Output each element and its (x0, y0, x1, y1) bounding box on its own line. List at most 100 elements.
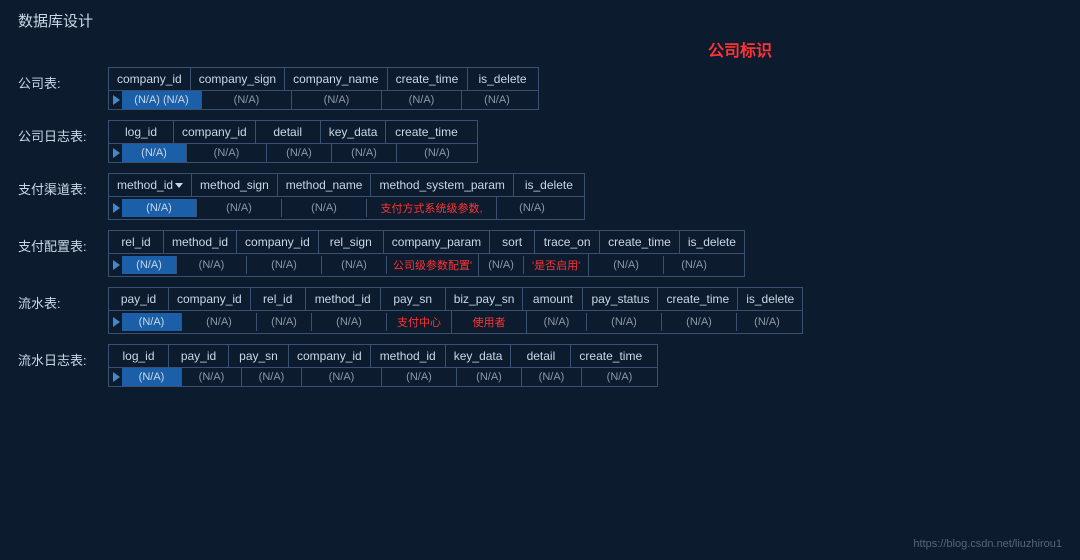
cell-4-3: (N/A) (312, 313, 387, 331)
row-arrow-icon (113, 317, 120, 327)
col-header-3-5: sort (490, 231, 535, 253)
cell-3-1: (N/A) (177, 256, 247, 274)
col-header-0-1: company_sign (191, 68, 285, 90)
cell-1-1: (N/A) (187, 144, 267, 162)
cell-4-9: (N/A) (737, 313, 797, 331)
table-label-4: 流水表: (18, 287, 108, 312)
col-header-0-3: create_time (388, 68, 468, 90)
row-arrow-icon (113, 148, 120, 158)
row-arrow-icon (113, 260, 120, 270)
table-0: company_idcompany_signcompany_namecreate… (108, 67, 539, 110)
table-label-1: 公司日志表: (18, 120, 108, 145)
col-header-1-3: key_data (321, 121, 387, 143)
col-header-1-1: company_id (174, 121, 256, 143)
cell-1-0: (N/A) (122, 144, 187, 162)
cell-4-2: (N/A) (257, 313, 312, 331)
table-label-3: 支付配置表: (18, 230, 108, 255)
cell-0-3: (N/A) (382, 91, 462, 109)
col-header-4-2: rel_id (251, 288, 306, 310)
cell-3-3: (N/A) (322, 256, 387, 274)
col-header-2-1: method_sign (192, 174, 278, 196)
col-header-4-0: pay_id (109, 288, 169, 310)
col-header-0-4: is_delete (468, 68, 538, 90)
cell-2-1: (N/A) (197, 199, 282, 217)
cell-2-3: 支付方式系统级参数, (367, 197, 497, 219)
page-title: 数据库设计 (0, 0, 1080, 37)
bottom-link: https://blog.csdn.net/liuzhirou1 (913, 538, 1062, 550)
cell-5-5: (N/A) (457, 368, 522, 386)
row-arrow-icon (113, 372, 120, 382)
cell-1-4: (N/A) (397, 144, 477, 162)
col-header-1-4: create_time (386, 121, 466, 143)
cell-5-0: (N/A) (122, 368, 182, 386)
col-header-5-0: log_id (109, 345, 169, 367)
cell-4-7: (N/A) (587, 313, 662, 331)
col-header-2-0: method_id (109, 174, 192, 196)
cell-5-3: (N/A) (302, 368, 382, 386)
table-label-2: 支付渠道表: (18, 173, 108, 198)
col-header-1-0: log_id (109, 121, 174, 143)
col-header-5-5: key_data (446, 345, 512, 367)
table-row-0: 公司表:company_idcompany_signcompany_namecr… (18, 67, 1062, 110)
table-row-4: 流水表:pay_idcompany_idrel_idmethod_idpay_s… (18, 287, 1062, 334)
col-header-3-8: is_delete (680, 231, 744, 253)
col-header-1-2: detail (256, 121, 321, 143)
table-4: pay_idcompany_idrel_idmethod_idpay_snbiz… (108, 287, 803, 334)
cell-3-4: 公司级参数配置' (387, 254, 479, 276)
cell-5-6: (N/A) (522, 368, 582, 386)
table-label-0: 公司表: (18, 67, 108, 92)
col-header-4-7: pay_status (583, 288, 658, 310)
col-header-3-4: company_param (384, 231, 490, 253)
col-header-4-9: is_delete (738, 288, 802, 310)
col-header-3-3: rel_sign (319, 231, 384, 253)
col-header-3-0: rel_id (109, 231, 164, 253)
col-header-2-2: method_name (278, 174, 372, 196)
cell-1-2: (N/A) (267, 144, 332, 162)
main-label: 公司标识 (418, 37, 1062, 61)
col-header-4-4: pay_sn (381, 288, 446, 310)
col-header-4-1: company_id (169, 288, 251, 310)
row-arrow-icon (113, 95, 120, 105)
cell-4-4: 支付中心 (387, 311, 452, 333)
col-header-3-1: method_id (164, 231, 237, 253)
col-header-4-5: biz_pay_sn (446, 288, 524, 310)
col-header-2-3: method_system_param (371, 174, 513, 196)
col-header-5-3: company_id (289, 345, 371, 367)
col-header-3-2: company_id (237, 231, 319, 253)
cell-2-0: (N/A) (122, 199, 197, 217)
cell-4-1: (N/A) (182, 313, 257, 331)
cell-4-0: (N/A) (122, 313, 182, 331)
table-3: rel_idmethod_idcompany_idrel_signcompany… (108, 230, 745, 277)
sort-arrow-icon (175, 183, 183, 188)
cell-3-8: (N/A) (664, 256, 724, 274)
col-header-5-2: pay_sn (229, 345, 289, 367)
col-header-3-7: create_time (600, 231, 680, 253)
table-2: method_id method_signmethod_namemethod_s… (108, 173, 585, 220)
row-arrow-icon (113, 203, 120, 213)
col-header-5-1: pay_id (169, 345, 229, 367)
cell-5-7: (N/A) (582, 368, 657, 386)
cell-4-5: 使用者 (452, 311, 527, 333)
col-header-4-6: amount (523, 288, 583, 310)
table-1: log_idcompany_iddetailkey_datacreate_tim… (108, 120, 478, 163)
table-label-5: 流水日志表: (18, 344, 108, 369)
cell-5-4: (N/A) (382, 368, 457, 386)
cell-2-4: (N/A) (497, 199, 567, 217)
cell-4-8: (N/A) (662, 313, 737, 331)
table-row-3: 支付配置表:rel_idmethod_idcompany_idrel_signc… (18, 230, 1062, 277)
cell-0-4: (N/A) (462, 91, 532, 109)
cell-3-6: '是否启用' (524, 254, 589, 276)
cell-1-3: (N/A) (332, 144, 397, 162)
col-header-0-2: company_name (285, 68, 387, 90)
cell-3-7: (N/A) (589, 256, 664, 274)
cell-3-2: (N/A) (247, 256, 322, 274)
col-header-4-3: method_id (306, 288, 381, 310)
col-header-5-7: create_time (571, 345, 650, 367)
cell-2-2: (N/A) (282, 199, 367, 217)
table-row-5: 流水日志表:log_idpay_idpay_sncompany_idmethod… (18, 344, 1062, 387)
cell-4-6: (N/A) (527, 313, 587, 331)
col-header-5-6: detail (511, 345, 571, 367)
cell-3-0: (N/A) (122, 256, 177, 274)
cell-0-2: (N/A) (292, 91, 382, 109)
cell-0-1: (N/A) (202, 91, 292, 109)
